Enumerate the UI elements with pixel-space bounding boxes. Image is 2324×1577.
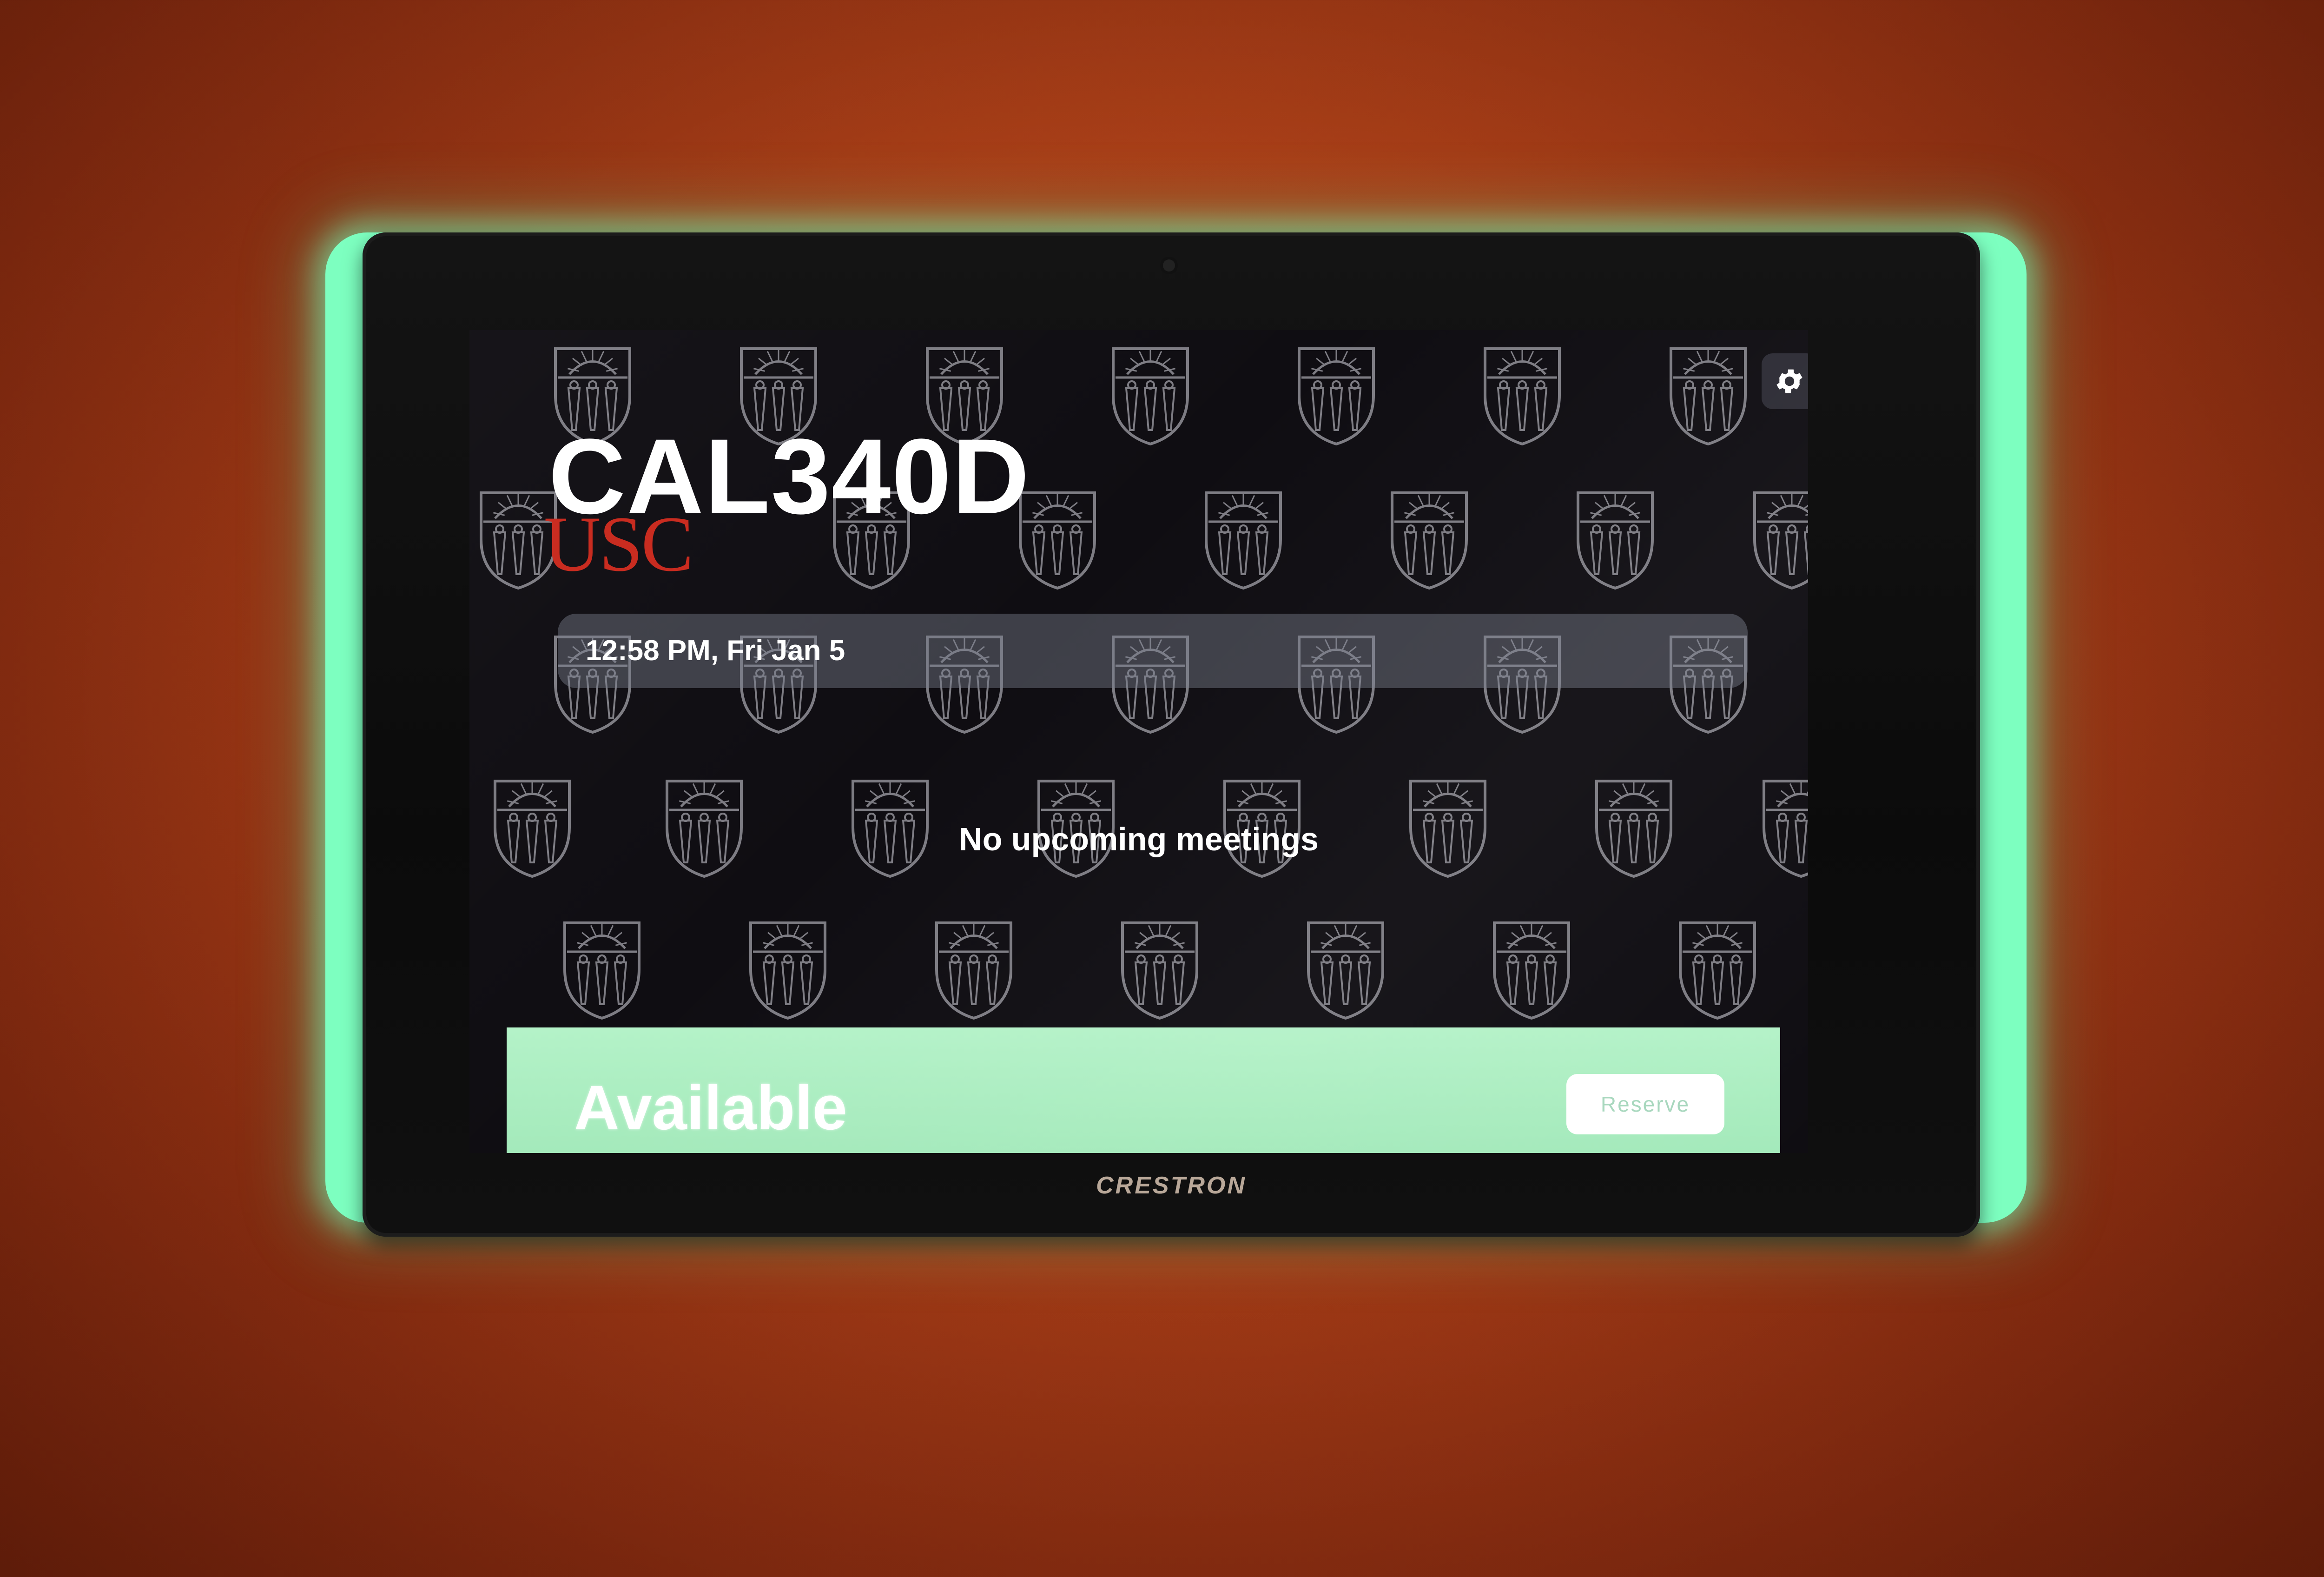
availability-status-bar: Available Reserve [507,1027,1780,1153]
camera-lens [1163,259,1175,272]
shield-crest-icon [1307,921,1384,1020]
shield-crest-icon [1121,921,1198,1020]
shield-crest-icon [1670,347,1747,446]
reserve-button[interactable]: Reserve [1566,1074,1724,1134]
shield-crest-icon [935,921,1012,1020]
shield-crest-icon [1112,347,1189,446]
shield-crest-icon [563,921,640,1020]
shield-crest-icon [1679,921,1756,1020]
room-scheduling-panel: CAL340D USC 12:58 PM, Fri Jan 5 No upcom… [363,232,1980,1237]
shield-crest-icon [1493,921,1570,1020]
no-meetings-message: No upcoming meetings [959,821,1319,857]
gear-icon [1776,369,1802,393]
touch-screen: CAL340D USC 12:58 PM, Fri Jan 5 No upcom… [469,330,1808,1153]
shield-crest-icon [1019,491,1096,590]
shield-crest-icon [749,921,826,1020]
shield-crest-icon [1391,491,1468,590]
shield-crest-icon [1484,347,1561,446]
settings-button[interactable] [1762,353,1808,409]
shield-crest-icon [1298,347,1375,446]
datetime-bar: 12:58 PM, Fri Jan 5 [558,614,1748,688]
shield-crest-icon [1205,491,1282,590]
current-datetime: 12:58 PM, Fri Jan 5 [586,635,845,667]
shield-crest-icon [1753,491,1808,590]
brand-logo: CRESTRON [1096,1172,1247,1199]
usc-logo: USC [544,500,694,588]
shield-crest-icon [1577,491,1654,590]
availability-status: Available [574,1073,847,1143]
